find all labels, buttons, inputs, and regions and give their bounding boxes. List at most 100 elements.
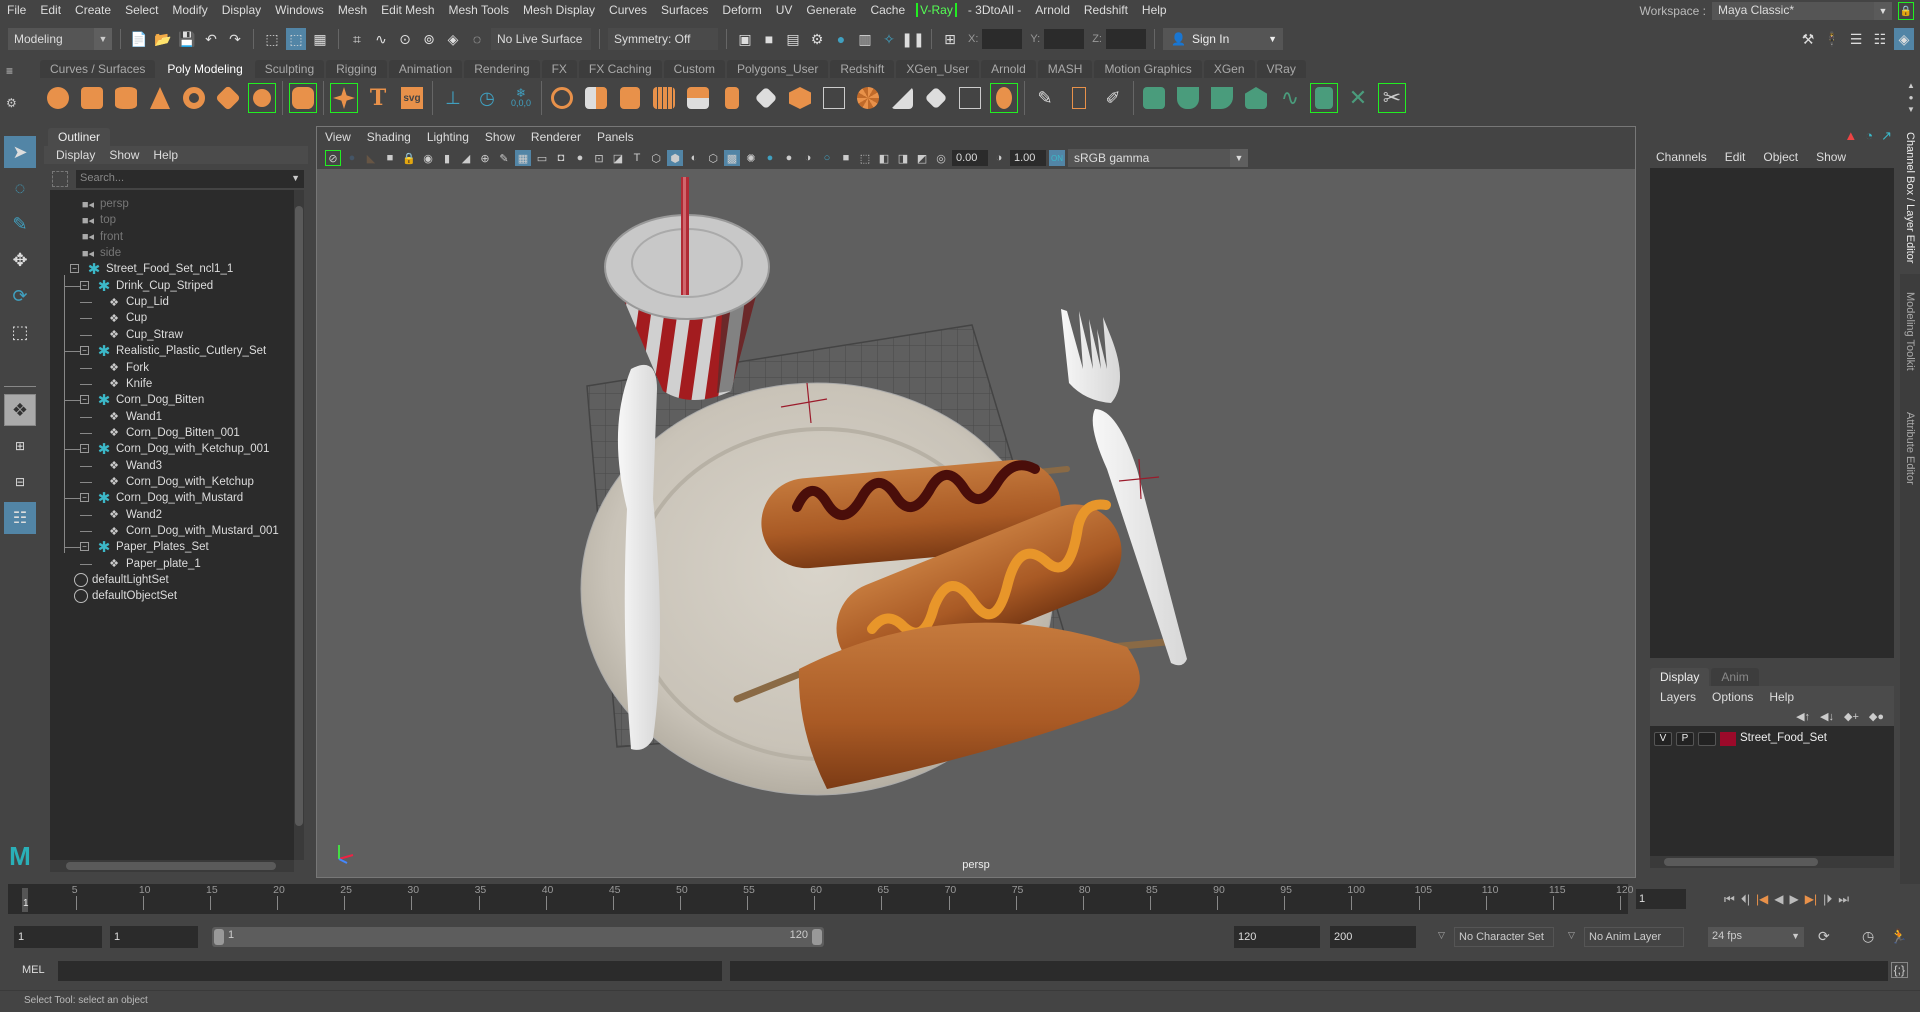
ipr-render-icon[interactable]: ▤ xyxy=(783,28,803,50)
render-setup-icon[interactable]: ▥ xyxy=(855,28,875,50)
menu-mesh-display[interactable]: Mesh Display xyxy=(516,3,602,17)
workspace-dropdown[interactable]: Maya Classic* ▼ xyxy=(1712,2,1892,20)
vray-tool-icon[interactable]: ✂ xyxy=(1378,83,1406,113)
snap-grid-icon[interactable]: ⌗ xyxy=(347,28,367,50)
bookmark-icon[interactable]: ◣ xyxy=(363,150,379,166)
layer-row[interactable]: V P Street_Food_Set xyxy=(1654,726,1884,752)
snap-center-icon[interactable]: ◌ xyxy=(467,28,487,50)
z-field[interactable] xyxy=(1105,29,1146,49)
grease-pencil-icon[interactable]: ✎ xyxy=(496,150,512,166)
options-menu[interactable]: Options xyxy=(1712,690,1753,704)
plastic-fork[interactable] xyxy=(1061,309,1187,666)
ambient-icon[interactable]: ● xyxy=(344,150,360,166)
chevron-down-icon[interactable]: ▽ xyxy=(1568,930,1575,941)
menu-generate[interactable]: Generate xyxy=(799,3,863,17)
select-camera-icon[interactable]: ■ xyxy=(382,150,398,166)
current-frame-field[interactable]: 1 xyxy=(1636,889,1686,909)
attribute-editor-icon[interactable]: ☰ xyxy=(1846,28,1866,50)
lasso-tool-icon[interactable]: ◌ xyxy=(4,172,36,204)
x-field[interactable] xyxy=(982,29,1023,49)
xray-active-icon[interactable]: ◨ xyxy=(895,150,911,166)
time-slider[interactable]: 1 5 10 15 20 25 30 35 40 45 50 55 60 65 70 75 80 85 90 95 1… xyxy=(8,884,1634,914)
exposure-field[interactable]: 0.00 xyxy=(952,150,988,166)
menu-create[interactable]: Create xyxy=(68,3,118,17)
select-hierarchy-icon[interactable]: ⬚ xyxy=(262,28,282,50)
shelf-tab-redshift[interactable]: Redshift xyxy=(830,60,895,78)
extrude-icon[interactable] xyxy=(718,83,746,113)
move-layer-down-icon[interactable]: ◀↓ xyxy=(1820,710,1834,723)
separate-icon[interactable] xyxy=(582,83,610,113)
combine-icon[interactable] xyxy=(548,83,576,113)
layer-display-type-toggle[interactable] xyxy=(1698,732,1716,746)
smooth-icon[interactable] xyxy=(650,83,678,113)
camera-attributes-icon[interactable]: ◉ xyxy=(420,150,436,166)
image-plane-icon[interactable]: ◢ xyxy=(458,150,474,166)
layer-name[interactable]: Street_Food_Set xyxy=(1740,732,1827,744)
menu-cache[interactable]: Cache xyxy=(863,3,912,17)
script-editor-icon[interactable]: {;} xyxy=(1890,962,1908,978)
gate-mask-icon[interactable]: ● xyxy=(572,150,588,166)
shelf-tab-fx[interactable]: FX xyxy=(541,60,577,78)
scale-tool-icon[interactable]: ⬚ xyxy=(4,316,36,348)
layer-playback-toggle[interactable]: P xyxy=(1676,732,1694,746)
poly-plane-icon[interactable] xyxy=(214,83,242,113)
smooth-shade-icon[interactable]: ⬢ xyxy=(667,150,683,166)
shelf-tab-vray[interactable]: VRay xyxy=(1256,60,1306,78)
render-current-icon[interactable]: ■ xyxy=(759,28,779,50)
vray-fur-icon[interactable] xyxy=(1208,83,1236,113)
depth-of-field-icon[interactable]: ■ xyxy=(838,150,854,166)
character-set-dropdown[interactable]: No Character Set xyxy=(1454,927,1554,947)
target-weld-icon[interactable] xyxy=(888,83,916,113)
undo-icon[interactable]: ↶ xyxy=(201,28,221,50)
poly-cone-icon[interactable] xyxy=(146,83,174,113)
show-menu[interactable]: Show xyxy=(1816,150,1846,164)
render-settings-icon[interactable]: ⚙ xyxy=(807,28,827,50)
tab-attribute-editor[interactable]: Attribute Editor xyxy=(1900,404,1920,504)
object-menu[interactable]: Object xyxy=(1763,150,1798,164)
fps-dropdown[interactable]: 24 fps ▼ xyxy=(1708,927,1804,947)
render-view-icon[interactable]: ▣ xyxy=(735,28,755,50)
2d-pan-zoom-icon[interactable]: ⊕ xyxy=(477,150,493,166)
select-tool-icon[interactable]: ➤ xyxy=(4,136,36,168)
outliner-tab[interactable]: Outliner xyxy=(48,128,111,146)
single-view-layout-icon[interactable]: ❖ xyxy=(4,394,36,426)
menu-mesh[interactable]: Mesh xyxy=(331,3,374,17)
manipulator-icon[interactable]: ▲ xyxy=(1844,128,1857,144)
collapse-toggle[interactable]: − xyxy=(80,444,89,454)
hyperbolic-icon[interactable]: ↗ xyxy=(1881,128,1892,144)
collapse-toggle[interactable]: − xyxy=(80,395,89,405)
tab-anim[interactable]: Anim xyxy=(1711,668,1759,686)
redo-icon[interactable]: ↷ xyxy=(225,28,245,50)
shelf-tab-curves-surfaces[interactable]: Curves / Surfaces xyxy=(40,60,156,78)
two-view-layout-icon[interactable]: ⊟ xyxy=(4,466,36,498)
uv-editor-icon[interactable] xyxy=(956,83,984,113)
shelf-tab-sculpting[interactable]: Sculpting xyxy=(254,60,325,78)
scrollbar-thumb[interactable] xyxy=(295,206,303,826)
shelf-tab-polygons-user[interactable]: Polygons_User xyxy=(726,60,829,78)
color-management-toggle-icon[interactable]: ON xyxy=(1049,150,1065,166)
outliner-layout-icon[interactable]: ☷ xyxy=(4,502,36,534)
poly-torus-icon[interactable] xyxy=(180,83,208,113)
step-forward-key-icon[interactable]: ▶| xyxy=(1805,892,1817,906)
snap-curve-icon[interactable]: ∿ xyxy=(371,28,391,50)
menu-edit[interactable]: Edit xyxy=(33,3,68,17)
chevron-down-icon[interactable]: ▽ xyxy=(1438,930,1445,941)
vray-material-icon[interactable] xyxy=(1310,83,1338,113)
new-layer-icon[interactable]: ◆+ xyxy=(1844,710,1859,723)
safe-action-icon[interactable]: ◪ xyxy=(610,150,626,166)
reduce-icon[interactable] xyxy=(684,83,712,113)
light-editor-icon[interactable]: ✧ xyxy=(879,28,899,50)
menu-set-dropdown[interactable]: Modeling ▼ xyxy=(8,28,112,50)
shelf-tab-custom[interactable]: Custom xyxy=(663,60,725,78)
shelf-tab-poly-modeling[interactable]: Poly Modeling xyxy=(157,60,253,78)
menu-curves[interactable]: Curves xyxy=(602,3,654,17)
channels-menu[interactable]: Channels xyxy=(1656,150,1707,164)
scene-end-field[interactable]: 200 xyxy=(1330,926,1416,948)
collapse-toggle[interactable]: − xyxy=(80,346,89,356)
mirror-icon[interactable] xyxy=(616,83,644,113)
vp-menu-view[interactable]: View xyxy=(325,130,351,144)
motion-blur-icon[interactable]: ◑ xyxy=(800,150,816,166)
bookmarks-icon[interactable]: ▮ xyxy=(439,150,455,166)
play-backwards-icon[interactable]: ◀ xyxy=(1774,892,1783,906)
vray-mesh-icon[interactable] xyxy=(1140,83,1168,113)
